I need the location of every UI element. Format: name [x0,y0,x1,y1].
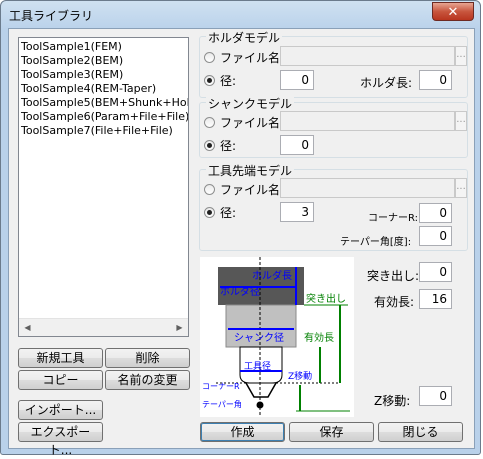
scroll-right-icon[interactable]: ▶ [172,321,187,334]
copy-button[interactable]: コピー [18,370,103,390]
shank-diameter-text: シャンク径 [234,331,284,344]
shank-file-input[interactable] [280,111,455,131]
tool-listbox[interactable]: ToolSample1(FEM) ToolSample2(BEM) ToolSa… [18,37,189,337]
effective-length-input[interactable]: 16 [419,289,452,309]
taper-angle-text: テーパー角 [202,399,242,409]
tip-diameter-input[interactable]: 3 [280,202,314,222]
tip-group-title: 工具先端モデル [206,162,295,179]
tip-diameter-label: 径: [220,206,237,220]
rename-button[interactable]: 名前の変更 [105,370,190,390]
close-button[interactable]: 閉じる [378,422,463,442]
list-item[interactable]: ToolSample6(Param+File+File) [21,110,188,124]
holder-length-label: ホルダ長: [360,76,413,90]
protrusion-label: 突き出し: [367,269,420,283]
dialog-client-area: ToolSample1(FEM) ToolSample2(BEM) ToolSa… [8,28,475,457]
holder-browse-button[interactable]: ... [455,46,467,66]
tip-file-radio[interactable] [204,184,215,195]
holder-group-title: ホルダモデル [206,29,283,46]
export-button[interactable]: エクスポート... [18,422,103,457]
new-tool-button[interactable]: 新規工具 [18,348,103,368]
shank-diameter-radio[interactable] [204,140,215,151]
corner-r-text: コーナーR [202,382,240,391]
taper-angle-input[interactable]: 0 [419,226,452,246]
save-button[interactable]: 保存 [289,422,374,442]
list-item[interactable]: ToolSample4(REM-Taper) [21,82,156,96]
list-item[interactable]: ToolSample1(FEM) [21,40,122,54]
window-title: 工具ライブラリ [9,9,94,23]
holder-length-text: ホルダ長 [252,269,292,282]
corner-r-label: コーナーR: [368,213,419,224]
shank-file-label: ファイル名: [220,116,285,130]
shank-group-title: シャンクモデル [206,95,295,112]
shank-diameter-input[interactable]: 0 [280,135,314,155]
list-item[interactable]: ToolSample5(BEM+Shunk+Holder [21,96,188,110]
list-item[interactable]: ToolSample7(File+File+File) [21,124,173,138]
protrusion-input[interactable]: 0 [419,262,452,282]
scroll-left-icon[interactable]: ◀ [20,321,35,334]
effective-length-text: 有効長 [304,331,334,344]
list-item[interactable]: ToolSample3(REM) [21,68,123,82]
corner-r-input[interactable]: 0 [419,203,452,223]
tool-diameter-text: 工具径 [244,360,271,372]
shank-diameter-label: 径: [220,139,237,153]
horizontal-scrollbar[interactable]: ◀ ▶ [19,318,188,336]
holder-diameter-input[interactable]: 0 [280,70,314,90]
tip-browse-button[interactable]: ... [455,178,467,198]
tip-taper-shape [245,382,277,398]
shank-browse-button[interactable]: ... [455,111,467,131]
list-item[interactable]: ToolSample2(BEM) [21,54,123,68]
z-move-label: Z移動: [374,394,411,408]
holder-file-radio[interactable] [204,52,215,63]
tool-diagram: ホルダ長 ホルダ径 突き出し シャンク径 有効長 工具径 Z移動 コーナーR テ… [200,257,354,417]
z-move-text: Z移動 [288,370,312,382]
holder-diameter-radio[interactable] [204,75,215,86]
tip-diameter-radio[interactable] [204,207,215,218]
holder-diameter-text: ホルダ径 [220,285,260,298]
import-button[interactable]: インポート... [18,400,103,420]
tip-file-label: ファイル名: [220,183,285,197]
taper-angle-label: テーパー角[度]: [340,237,412,248]
tool-diagram-svg: ホルダ長 ホルダ径 突き出し シャンク径 有効長 工具径 Z移動 コーナーR テ… [202,257,350,415]
tip-file-input[interactable] [280,178,455,198]
dialog-window: 工具ライブラリ ✕ ToolSample1(FEM) ToolSample2(B… [0,0,481,457]
holder-file-label: ファイル名: [220,51,285,65]
delete-button[interactable]: 削除 [105,348,190,368]
holder-diameter-label: 径: [220,74,237,88]
effective-length-label: 有効長: [374,295,415,309]
z-move-input[interactable]: 0 [419,386,452,406]
window-close-button[interactable]: ✕ [432,2,474,21]
protrusion-text: 突き出し [306,292,346,305]
holder-file-input[interactable] [280,46,455,66]
shank-file-radio[interactable] [204,117,215,128]
create-button[interactable]: 作成 [200,422,285,442]
holder-length-input[interactable]: 0 [419,70,452,90]
